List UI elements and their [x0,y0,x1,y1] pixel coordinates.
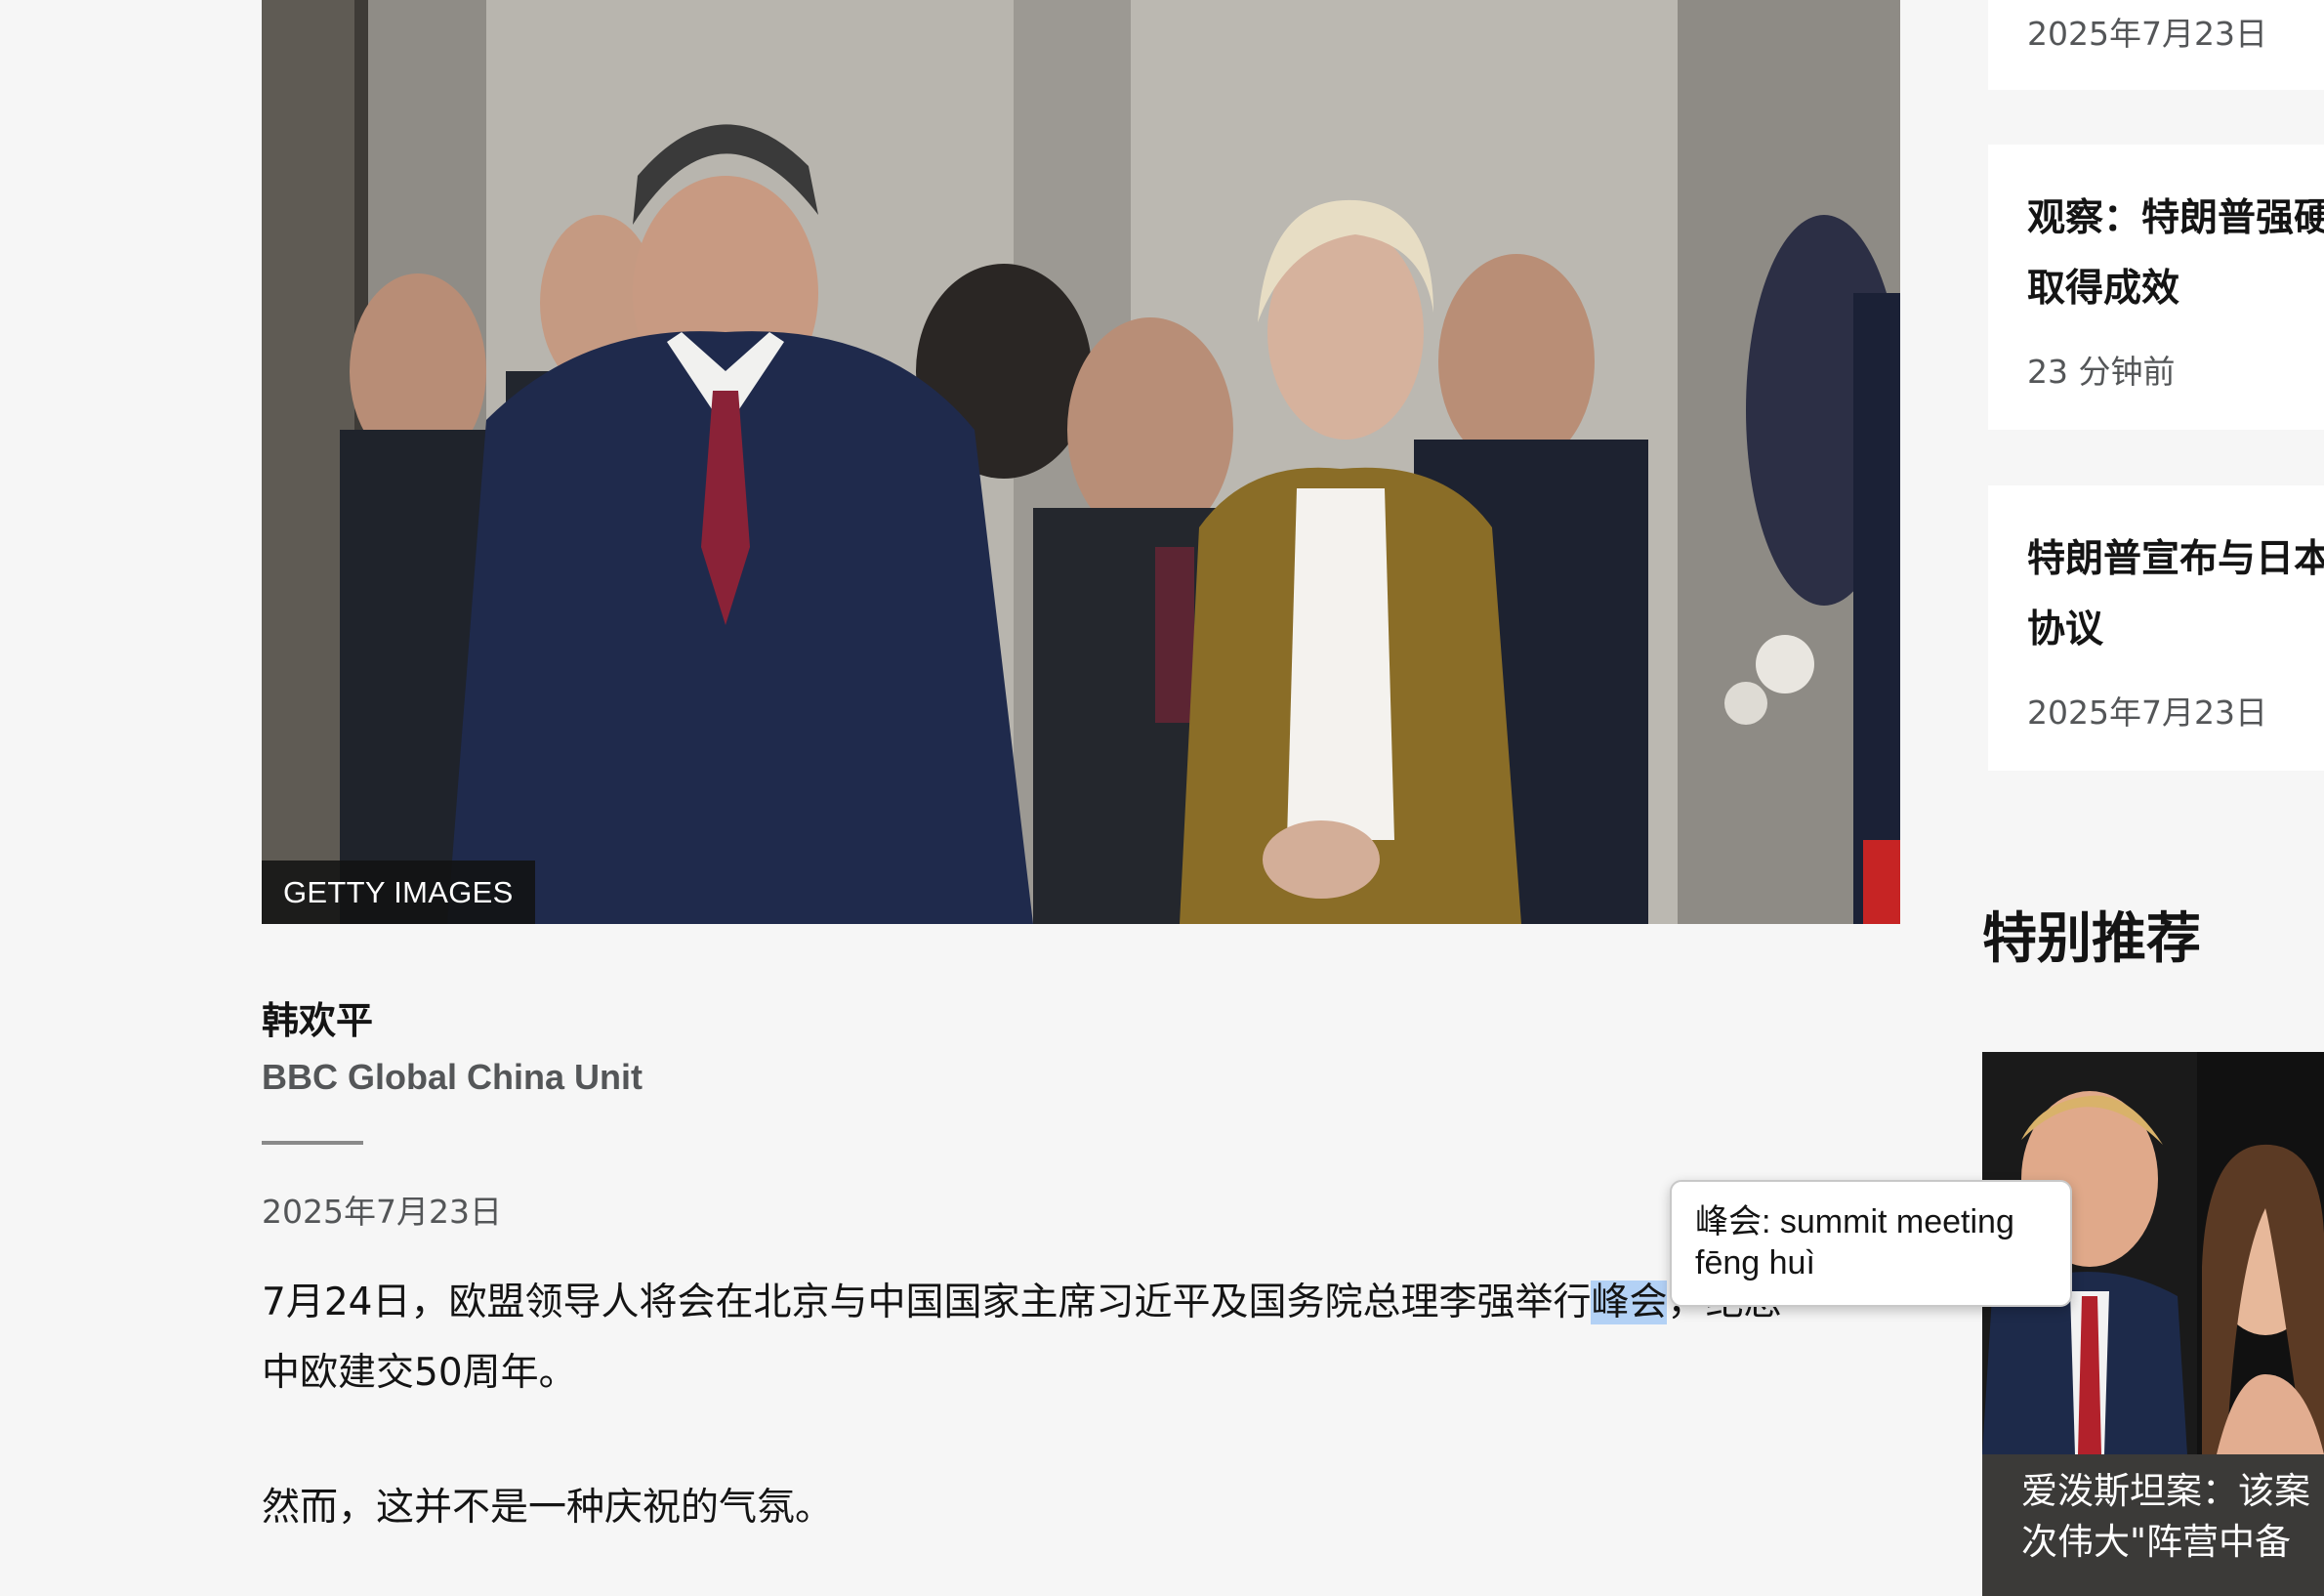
highlighted-word[interactable]: 峰会 [1591,1281,1668,1324]
story-title[interactable]: 观察：特朗普强硬贸易政策取得成效 [2027,184,2324,324]
featured-story-caption[interactable]: 爱泼斯坦案：该案 次伟大"阵营中备 [1982,1454,2324,1596]
featured-story-card[interactable]: 爱泼斯坦案：该案 次伟大"阵营中备 [1982,1052,2324,1596]
tooltip-definition: 峰会: summit meeting [1695,1203,2014,1240]
article-paragraph: 然而，这并不是一种庆祝的气氛。 [262,1486,834,1530]
tooltip-pinyin: fēng huì [1695,1244,1815,1281]
story-date: 2025年7月23日 [2027,15,2267,53]
paragraph-text: 7月24日，欧盟领导人将会在北京与中国国家主席习近平及国务院总理李强举行 [262,1281,1592,1324]
dictionary-tooltip: 峰会: summit meeting fēng huì [1670,1180,2072,1307]
story-title[interactable]: 特朗普宣布与日本达成贸易协议 [2027,525,2324,665]
story-time: 23 分钟前 [2027,353,2176,391]
caption-line: 次伟大"阵营中备 [2021,1521,2292,1563]
image-credit: GETTY IMAGES [262,861,535,924]
published-date: 2025年7月23日 [262,1193,502,1231]
story-date: 2025年7月23日 [2027,693,2267,732]
featured-section-heading: 特别推荐 [1982,907,2201,971]
author-name[interactable]: 韩欢平 [262,990,373,1044]
related-story-card[interactable]: 特朗普宣布与日本达成贸易协议 2025年7月23日 [1988,485,2324,771]
related-story-card[interactable]: 观察：特朗普强硬贸易政策取得成效 23 分钟前 [1988,145,2324,430]
article-paragraph: 7月24日，欧盟领导人将会在北京与中国国家主席习近平及国务院总理李强举行峰会，纪… [262,1268,1785,1408]
article-hero-image [262,0,1900,924]
byline-divider [262,1141,363,1145]
related-story-card[interactable]: 2025年7月23日 [1988,0,2324,90]
hero-photo [262,0,1900,924]
caption-line: 爱泼斯坦案：该案 [2021,1470,2310,1512]
author-unit: BBC Global China Unit [262,1057,643,1097]
